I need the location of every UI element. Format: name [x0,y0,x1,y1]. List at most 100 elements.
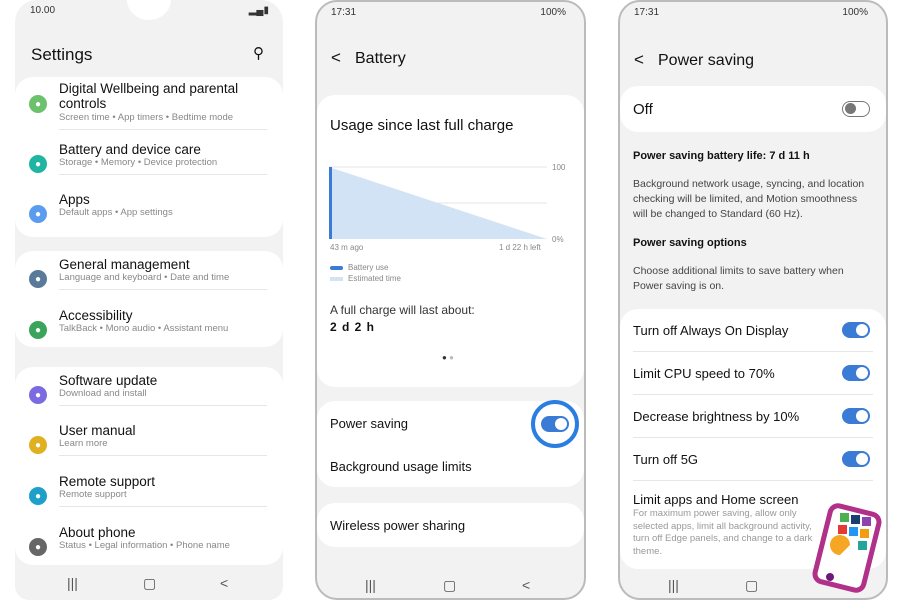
item-icon: ● [29,436,47,454]
item-icon: ● [29,270,47,288]
watermark-logo-icon [812,503,882,593]
full-charge-value: 2 d 2 h [330,320,376,334]
usage-title: Usage since last full charge [330,117,514,134]
item-title[interactable]: User manual [59,423,136,438]
option-toggle[interactable] [842,365,870,381]
option-label: Turn off Always On Display [633,323,789,338]
item-icon: ● [29,386,47,404]
options-description: Choose additional limits to save battery… [633,265,844,292]
battery-life: Power saving battery life: 7 d 11 h [633,150,810,162]
recents-button[interactable]: ||| [668,577,679,593]
legend-swatch-battery-use [330,266,343,270]
divider [59,455,267,456]
item-title-line2[interactable]: controls [59,96,106,111]
item-title[interactable]: Accessibility [59,308,133,323]
power-saving-master-toggle[interactable] [842,101,870,117]
item-subtitle: Download and install [59,388,147,399]
page-title: Battery [355,50,406,67]
home-button[interactable]: ▢ [745,577,758,594]
status-time: 17:31 [634,7,660,18]
home-button[interactable]: ▢ [443,577,456,594]
recents-button[interactable]: ||| [67,575,78,591]
item-icon: ● [29,155,47,173]
divider [59,174,267,175]
divider [633,480,873,481]
status-time: 10.00 [30,5,56,16]
divider [633,394,873,395]
divider [633,351,873,352]
item-subtitle: Remote support [59,489,127,500]
item-icon: ● [29,95,47,113]
back-button[interactable]: < [522,577,530,593]
master-card: Off [620,86,886,132]
power-card: Power saving Background usage limits [317,400,584,487]
page-title: Power saving [658,52,755,69]
item-title[interactable]: Battery and device care [59,142,201,157]
search-icon[interactable]: ⚲ [253,44,264,62]
option-label: Limit CPU speed to 70% [633,366,775,381]
page-indicator[interactable]: ● ● [442,353,454,362]
option-label: Decrease brightness by 10% [633,409,800,424]
limit-apps-title[interactable]: Limit apps and Home screen [633,492,798,507]
description: Background network usage, syncing, and l… [633,178,865,220]
status-battery: 100% [842,7,868,18]
item-icon: ● [29,205,47,223]
background-usage-limits[interactable]: Background usage limits [330,459,472,474]
battery-use-bar [329,167,332,239]
full-charge-label: A full charge will last about: [330,303,475,317]
camera-notch [127,0,171,20]
battery-chart [329,166,547,239]
option-label: Turn off 5G [633,452,699,467]
item-subtitle: Default apps • App settings [59,207,173,218]
back-arrow-icon[interactable]: < [634,50,644,70]
item-title[interactable]: Digital Wellbeing and parental [59,81,238,96]
x-end-label: 1 d 22 h left [499,243,541,252]
wireless-card: Wireless power sharing [317,503,584,547]
item-title[interactable]: General management [59,257,190,272]
legend-swatch-estimated [330,277,343,281]
item-title[interactable]: Remote support [59,474,155,489]
signal-battery-icon: ▂▄▮ [248,5,269,16]
usage-card: Usage since last full charge 100 0% 43 m… [317,95,584,387]
limit-apps-description: For maximum power saving, allow only sele… [633,508,813,557]
item-subtitle: Language and keyboard • Date and time [59,272,230,283]
item-subtitle: Learn more [59,438,108,449]
home-button[interactable]: ▢ [143,575,156,592]
recents-button[interactable]: ||| [365,577,376,593]
divider [59,129,267,130]
off-label: Off [633,101,653,118]
option-toggle[interactable] [842,408,870,424]
battery-screen: 17:31 100% < Battery Usage since last fu… [315,0,586,600]
item-subtitle: Storage • Memory • Device protection [59,157,218,168]
divider [59,506,267,507]
legend-estimated-time: Estimated time [348,274,401,283]
item-subtitle: TalkBack • Mono audio • Assistant menu [59,323,229,334]
back-arrow-icon[interactable]: < [331,48,341,68]
option-toggle[interactable] [842,322,870,338]
status-battery: 100% [540,7,566,18]
divider [633,437,873,438]
item-icon: ● [29,487,47,505]
wireless-power-sharing[interactable]: Wireless power sharing [330,518,465,533]
status-time: 17:31 [331,7,357,18]
legend-battery-use: Battery use [348,263,389,272]
item-subtitle: Screen time • App timers • Bedtime mode [59,112,234,123]
option-toggle[interactable] [842,451,870,467]
item-subtitle: Status • Legal information • Phone name [59,540,230,551]
settings-group-3 [15,367,283,565]
y-max-label: 100 [552,163,566,172]
options-title: Power saving options [633,237,747,249]
back-button[interactable]: < [220,575,228,591]
divider [59,289,267,290]
power-saving-label[interactable]: Power saving [330,416,408,431]
x-start-label: 43 m ago [330,243,364,252]
item-title[interactable]: Apps [59,192,90,207]
divider [59,405,267,406]
item-title[interactable]: Software update [59,373,157,388]
settings-screen: 10.00 ▂▄▮ Settings ⚲ ● Digital Wellbeing … [15,0,283,600]
item-icon: ● [29,321,47,339]
y-min-label: 0% [552,235,564,244]
page-title: Settings [31,45,93,64]
power-saving-toggle[interactable] [541,416,569,432]
item-title[interactable]: About phone [59,525,136,540]
